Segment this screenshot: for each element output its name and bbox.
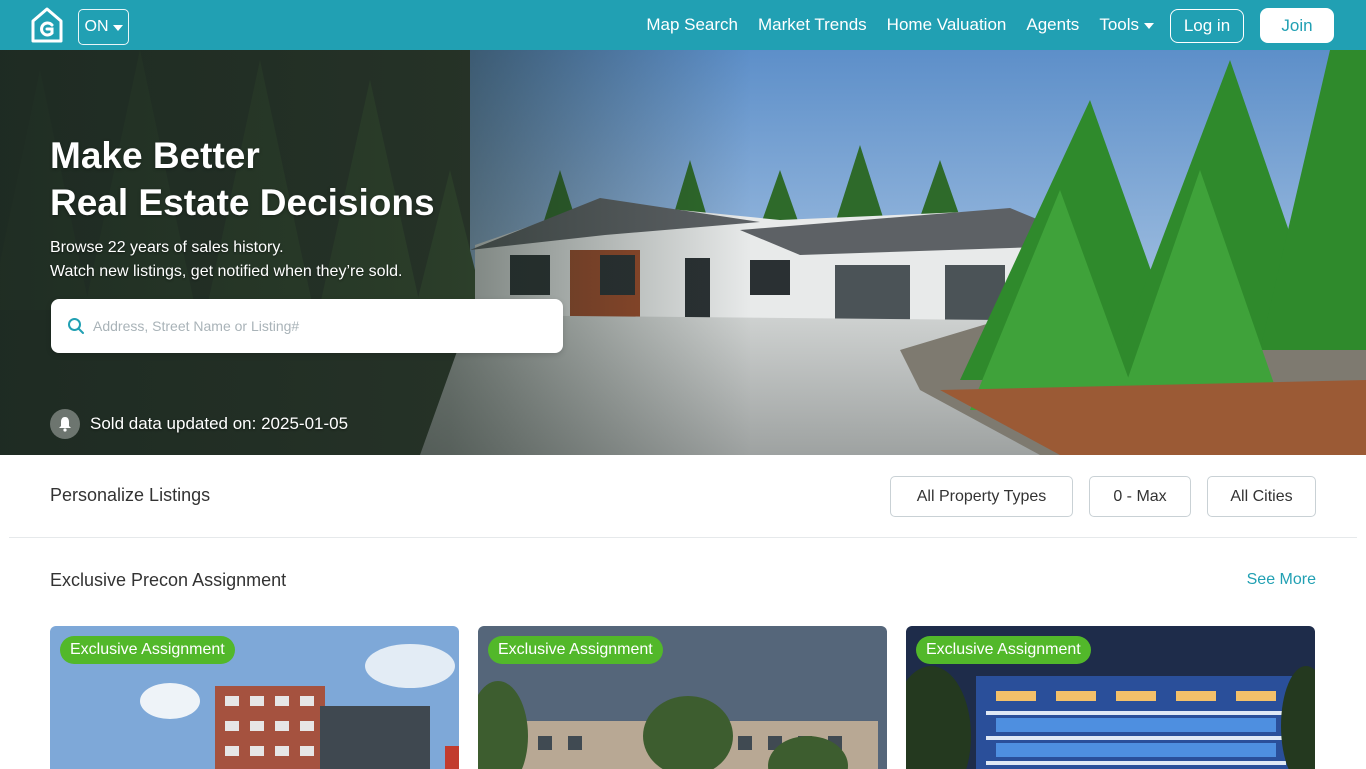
hero-banner: Make Better Real Estate Decisions Browse… — [0, 50, 1366, 455]
precon-card[interactable]: Exclusive Assignment — [50, 626, 459, 769]
exclusive-badge: Exclusive Assignment — [60, 636, 235, 664]
search-input[interactable] — [93, 299, 553, 353]
personalize-title: Personalize Listings — [50, 485, 211, 505]
nav-market-trends[interactable]: Market Trends — [758, 15, 867, 35]
chevron-down-icon — [1144, 23, 1154, 29]
price-range-filter[interactable]: 0 - Max — [1089, 476, 1191, 517]
sold-data-status: Sold data updated on: 2025-01-05 — [50, 409, 348, 439]
nav-tools[interactable]: Tools — [1099, 15, 1154, 35]
province-selector[interactable]: ON — [78, 9, 129, 45]
city-filter[interactable]: All Cities — [1207, 476, 1316, 517]
nav-home-valuation[interactable]: Home Valuation — [887, 15, 1007, 35]
precon-card[interactable]: Exclusive Assignment — [906, 626, 1315, 769]
house-logo-icon[interactable] — [30, 6, 64, 44]
province-label: ON — [84, 18, 109, 35]
hero-title: Make Better Real Estate Decisions — [50, 132, 435, 226]
sold-data-updated-text: Sold data updated on: 2025-01-05 — [90, 414, 349, 433]
nav-map-search[interactable]: Map Search — [646, 15, 738, 35]
personalize-listings-bar: Personalize Listings All Property Types … — [0, 455, 1366, 539]
nav-agents[interactable]: Agents — [1026, 15, 1079, 35]
hero-subtitle-line1: Browse 22 years of sales history. — [50, 239, 284, 256]
top-navbar: ON Map Search Market Trends Home Valuati… — [0, 0, 1366, 50]
nav-links: Map Search Market Trends Home Valuation … — [646, 0, 1154, 50]
login-button[interactable]: Log in — [1170, 9, 1244, 43]
hero-title-line2: Real Estate Decisions — [50, 182, 435, 223]
hero-title-line1: Make Better — [50, 135, 260, 176]
join-button[interactable]: Join — [1260, 8, 1334, 43]
hero-subtitle: Browse 22 years of sales history. Watch … — [50, 236, 402, 284]
search-box[interactable] — [51, 299, 563, 353]
search-icon — [68, 318, 84, 334]
exclusive-badge: Exclusive Assignment — [916, 636, 1091, 664]
nav-tools-label: Tools — [1099, 15, 1139, 34]
chevron-down-icon — [112, 25, 123, 31]
see-more-link[interactable]: See More — [1247, 571, 1316, 589]
precon-card[interactable]: Exclusive Assignment — [478, 626, 887, 769]
hero-subtitle-line2: Watch new listings, get notified when th… — [50, 263, 403, 280]
property-type-filter[interactable]: All Property Types — [890, 476, 1073, 517]
precon-section-title: Exclusive Precon Assignment — [50, 570, 287, 590]
exclusive-badge: Exclusive Assignment — [488, 636, 663, 664]
section-divider — [9, 537, 1357, 538]
bell-icon — [50, 409, 80, 439]
